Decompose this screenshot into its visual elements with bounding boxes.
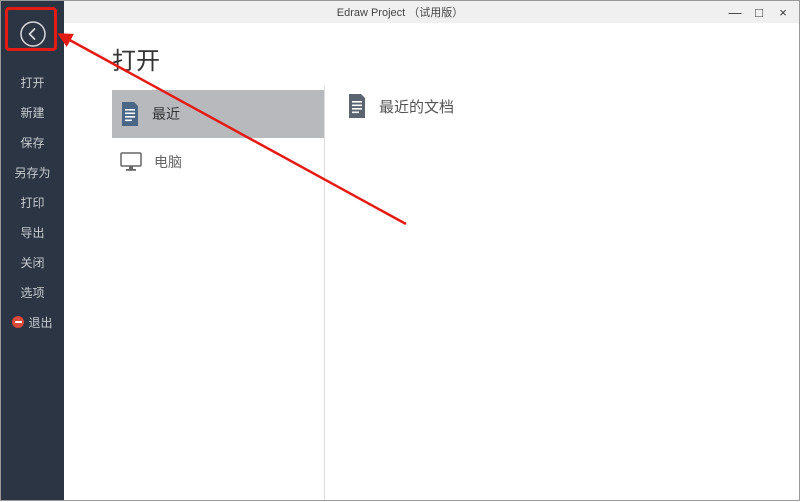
document-icon: [120, 102, 140, 126]
window-controls: — □ ×: [723, 1, 795, 23]
sidebar-item-label: 打开: [20, 74, 44, 91]
titlebar: Edraw Project （试用版） — □ ×: [1, 1, 799, 23]
content-row: 最近 电脑 最近的文档: [64, 90, 799, 500]
sidebar-item-label: 另存为: [14, 164, 50, 181]
sidebar-item-open[interactable]: 打开: [1, 67, 64, 97]
source-item-recent[interactable]: 最近: [112, 90, 324, 138]
page-title: 打开: [64, 23, 799, 90]
sidebar-item-label: 退出: [28, 314, 52, 331]
sidebar-item-print[interactable]: 打印: [1, 187, 64, 217]
right-panel: 最近的文档: [325, 90, 799, 500]
sidebar-item-label: 新建: [20, 104, 44, 121]
close-button[interactable]: ×: [771, 1, 795, 23]
monitor-icon: [120, 152, 142, 172]
maximize-button[interactable]: □: [747, 1, 771, 23]
sidebar: 打开 新建 保存 另存为 打印 导出 关闭 选项 退出: [1, 1, 64, 500]
exit-icon: [12, 316, 24, 328]
sidebar-item-close[interactable]: 关闭: [1, 247, 64, 277]
source-item-computer[interactable]: 电脑: [112, 138, 324, 186]
sidebar-item-options[interactable]: 选项: [1, 277, 64, 307]
sidebar-item-saveas[interactable]: 另存为: [1, 157, 64, 187]
back-button[interactable]: [18, 19, 48, 49]
main-area: 打开 最近 电脑: [64, 23, 799, 500]
sidebar-item-export[interactable]: 导出: [1, 217, 64, 247]
sidebar-item-label: 打印: [20, 194, 44, 211]
sidebar-item-new[interactable]: 新建: [1, 97, 64, 127]
source-panel: 最近 电脑: [64, 90, 324, 500]
sidebar-item-exit[interactable]: 退出: [1, 307, 64, 337]
sidebar-item-save[interactable]: 保存: [1, 127, 64, 157]
sidebar-item-label: 选项: [20, 284, 44, 301]
right-header-label: 最近的文档: [379, 96, 454, 117]
sidebar-item-label: 关闭: [20, 254, 44, 271]
window-title: Edraw Project （试用版）: [337, 4, 464, 20]
arrow-left-circle-icon: [20, 21, 46, 47]
sidebar-item-label: 保存: [20, 134, 44, 151]
source-item-label: 最近: [152, 104, 180, 124]
document-icon: [347, 94, 367, 118]
sidebar-item-label: 导出: [20, 224, 44, 241]
right-header: 最近的文档: [347, 94, 799, 118]
source-item-label: 电脑: [154, 152, 182, 172]
minimize-button[interactable]: —: [723, 1, 747, 23]
